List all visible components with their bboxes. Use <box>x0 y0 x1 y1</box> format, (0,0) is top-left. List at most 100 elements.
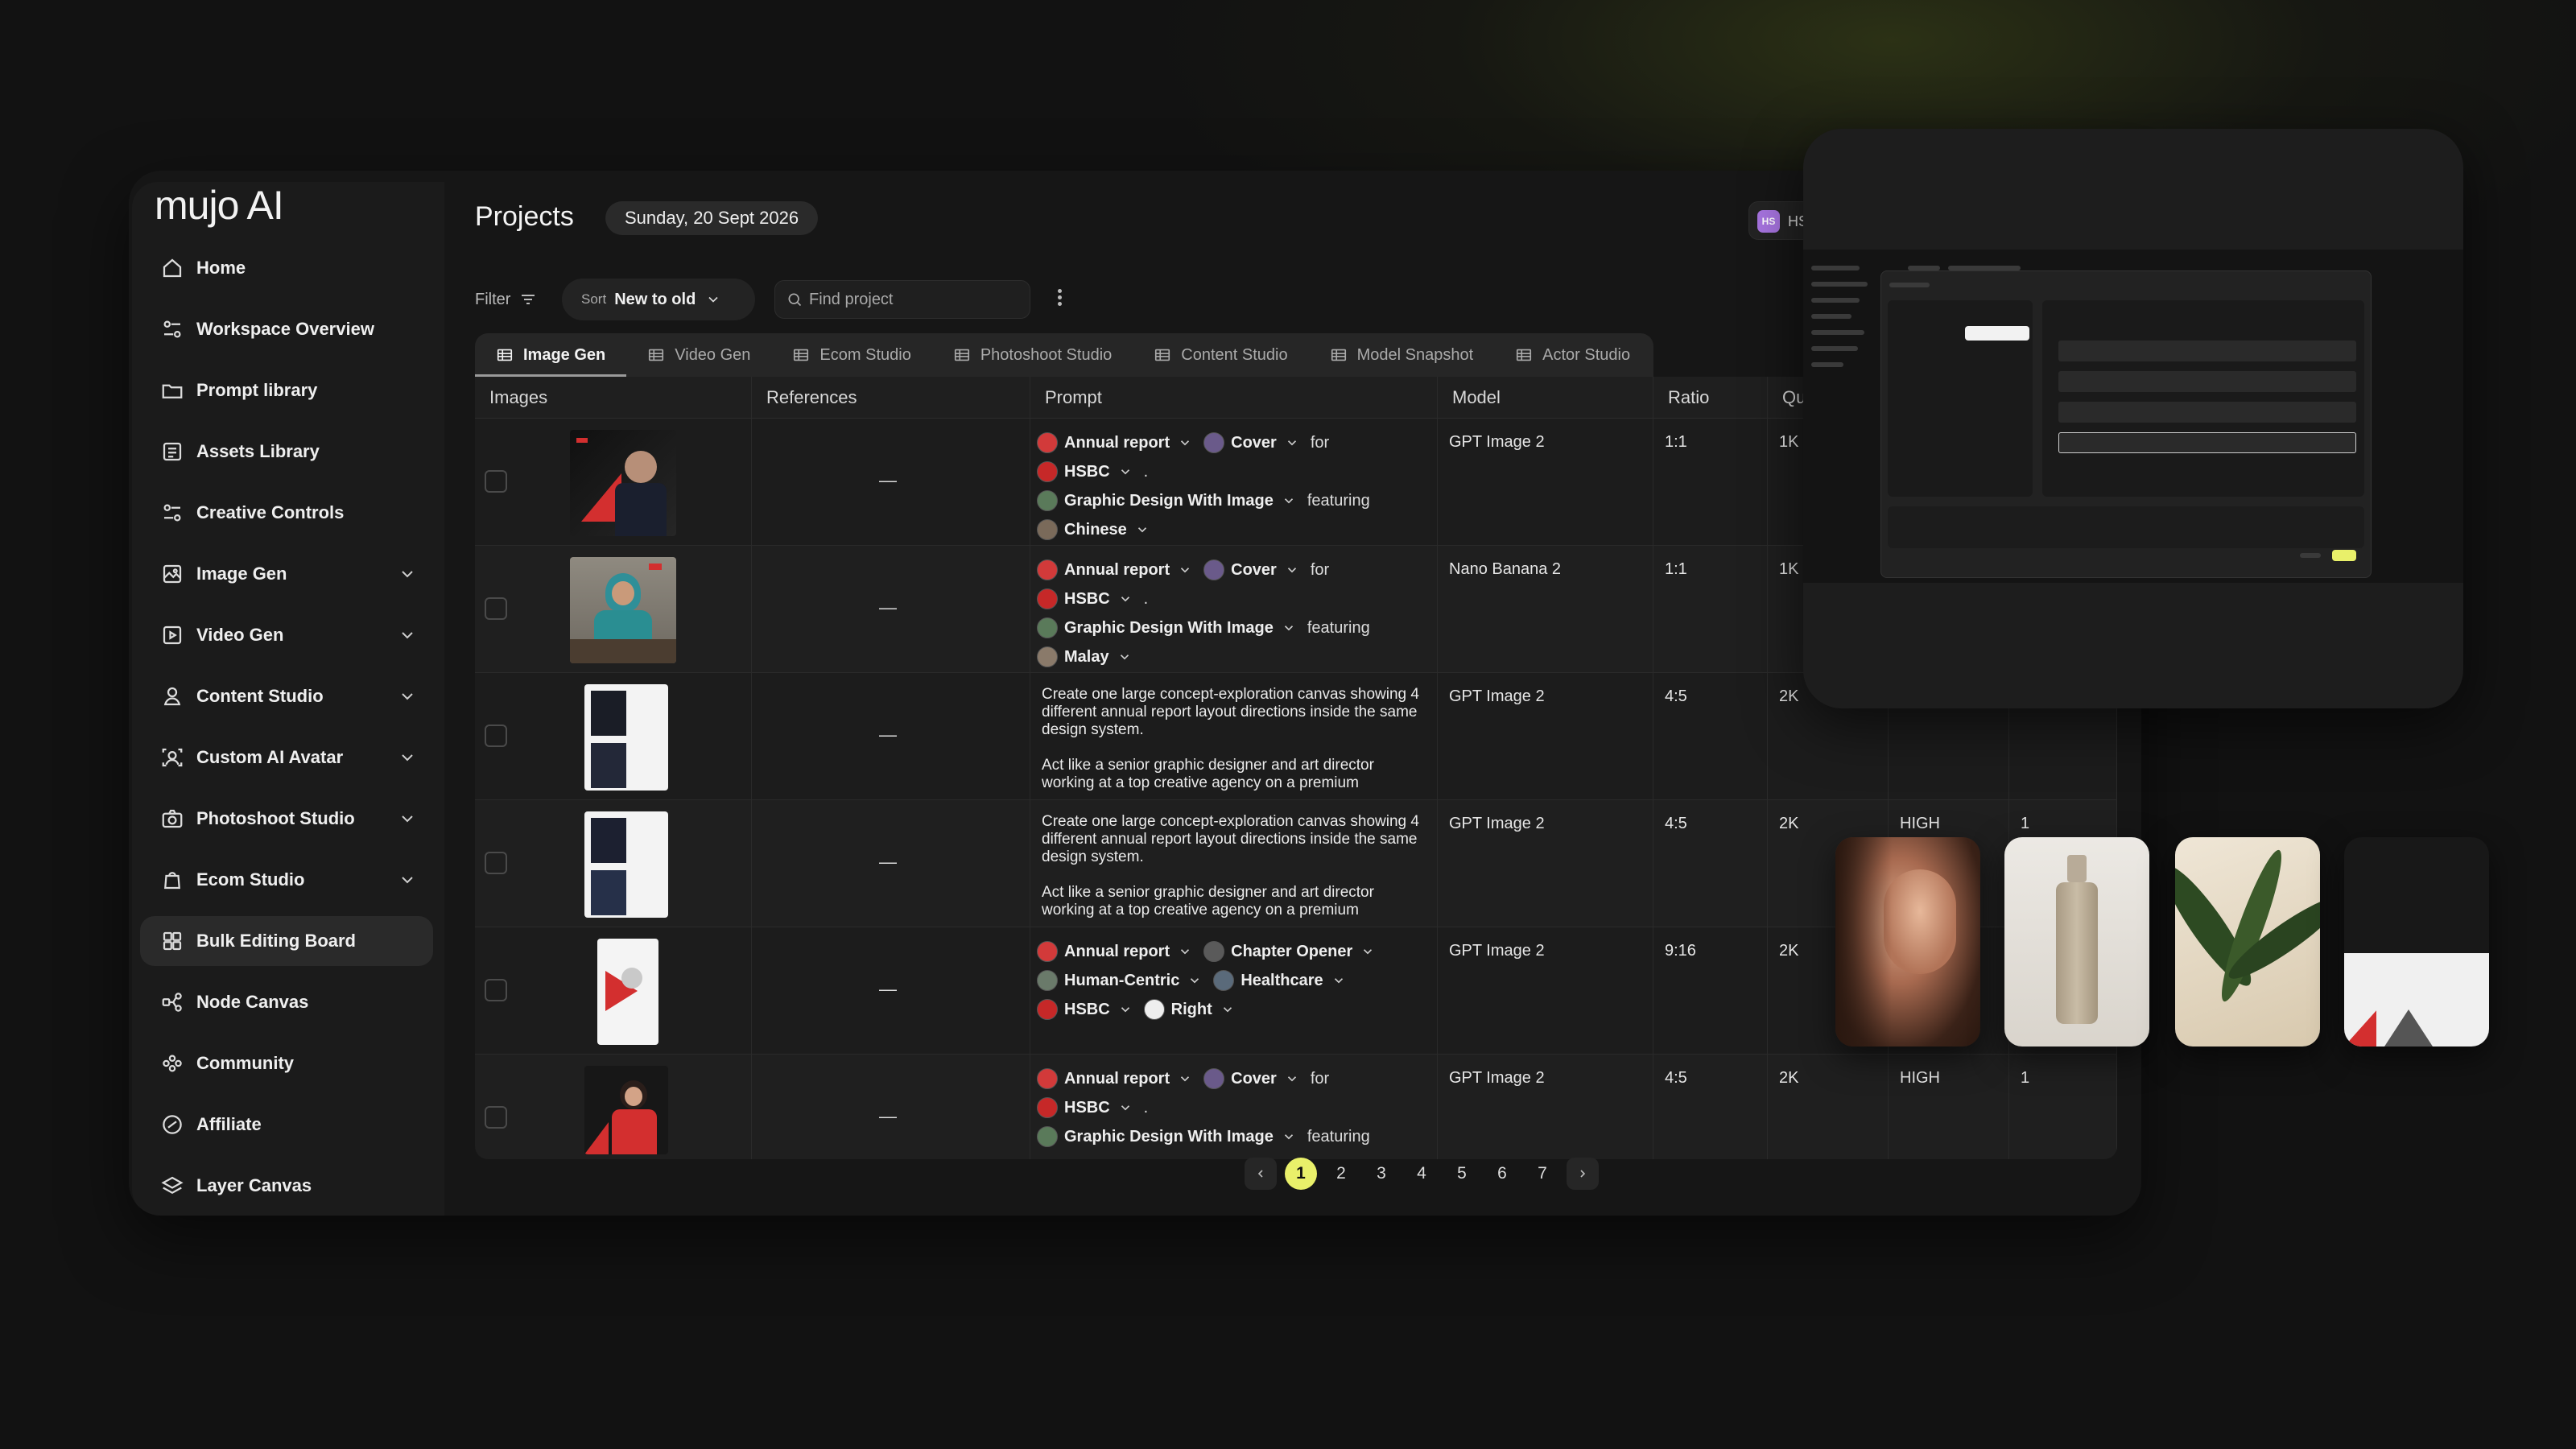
prompt-chip[interactable]: Annual report <box>1037 559 1192 580</box>
page-2-button[interactable]: 2 <box>1325 1158 1357 1190</box>
sidebar-item-community[interactable]: Community <box>140 1038 433 1088</box>
prompt-cell[interactable]: Create one large concept-exploration can… <box>1030 800 1438 927</box>
row-checkbox[interactable] <box>485 470 507 493</box>
page-6-button[interactable]: 6 <box>1486 1158 1518 1190</box>
prompt-chip[interactable]: Graphic Design With Image <box>1037 1126 1296 1147</box>
row-checkbox[interactable] <box>485 597 507 620</box>
tab-actor-studio[interactable]: Actor Studio <box>1494 333 1651 377</box>
ratio-cell: 4:5 <box>1653 800 1768 927</box>
prompt-chip[interactable]: Healthcare <box>1213 970 1345 991</box>
prev-page-button[interactable] <box>1245 1158 1277 1190</box>
prompt-cell[interactable]: Create one large concept-exploration can… <box>1030 673 1438 799</box>
sidebar-item-video-gen[interactable]: Video Gen <box>140 610 433 660</box>
gallery-thumb-portrait[interactable] <box>1835 837 1980 1046</box>
prompt-chip[interactable]: Annual report <box>1037 941 1192 962</box>
column-header[interactable]: Images <box>475 377 752 418</box>
chip-avatar-icon <box>1037 519 1058 540</box>
chip-avatar-icon <box>1203 559 1225 580</box>
prompt-chip[interactable]: Cover <box>1203 432 1299 453</box>
sidebar-item-photoshoot-studio[interactable]: Photoshoot Studio <box>140 794 433 844</box>
table-row[interactable]: — Annual report Cover for HSBC. Graphic Desig… <box>475 1055 2117 1159</box>
column-header[interactable]: References <box>752 377 1030 418</box>
chevron-down-icon[interactable] <box>398 748 417 767</box>
filter-button[interactable]: Filter <box>475 290 538 309</box>
prompt-chip[interactable]: Right <box>1143 999 1235 1020</box>
sidebar-item-bulk-editing-board[interactable]: Bulk Editing Board <box>140 916 433 966</box>
search-input[interactable] <box>809 290 1018 309</box>
table-icon <box>649 349 664 361</box>
brand-logo: mujo AI <box>155 183 284 228</box>
column-header[interactable]: Model <box>1438 377 1653 418</box>
chip-label: Right <box>1170 1000 1212 1018</box>
folder-icon <box>159 378 185 403</box>
prompt-chip[interactable]: Human-Centric <box>1037 970 1202 991</box>
row-checkbox[interactable] <box>485 724 507 747</box>
prompt-chip[interactable]: HSBC <box>1037 999 1133 1020</box>
column-header[interactable]: Prompt <box>1030 377 1438 418</box>
prompt-cell[interactable]: Annual report Cover for HSBC. Graphic Design… <box>1030 546 1438 672</box>
row-thumbnail[interactable] <box>584 684 668 791</box>
sidebar-item-node-canvas[interactable]: Node Canvas <box>140 977 433 1027</box>
sidebar-item-image-gen[interactable]: Image Gen <box>140 549 433 599</box>
chevron-down-icon[interactable] <box>398 564 417 584</box>
ratio-cell: 1:1 <box>1653 546 1768 672</box>
row-thumbnail[interactable] <box>584 1066 668 1154</box>
prompt-cell[interactable]: Annual report Cover for HSBC. Graphic Design… <box>1030 419 1438 545</box>
sidebar-item-affiliate[interactable]: Affiliate <box>140 1100 433 1150</box>
prompt-chip[interactable]: Annual report <box>1037 1068 1192 1089</box>
gallery-thumb-plant[interactable] <box>2175 837 2320 1046</box>
row-checkbox[interactable] <box>485 979 507 1001</box>
page-1-button[interactable]: 1 <box>1285 1158 1317 1190</box>
chip-avatar-icon <box>1037 1126 1058 1147</box>
row-thumbnail[interactable] <box>584 811 668 918</box>
sidebar-item-assets-library[interactable]: Assets Library <box>140 427 433 477</box>
prompt-chip[interactable]: Cover <box>1203 559 1299 580</box>
prompt-chip[interactable]: Graphic Design With Image <box>1037 490 1296 511</box>
more-options-icon[interactable] <box>1053 287 1066 312</box>
prompt-chip[interactable]: Cover <box>1203 1068 1299 1089</box>
row-thumbnail[interactable] <box>570 557 676 663</box>
prompt-chip[interactable]: Chapter Opener <box>1203 941 1375 962</box>
sidebar-item-prompt-library[interactable]: Prompt library <box>140 365 433 415</box>
gallery-thumb-report[interactable] <box>2344 837 2489 1046</box>
tab-ecom-studio[interactable]: Ecom Studio <box>771 333 931 377</box>
prompt-chip[interactable]: HSBC <box>1037 588 1133 609</box>
next-page-button[interactable] <box>1567 1158 1599 1190</box>
tab-content-studio[interactable]: Content Studio <box>1133 333 1308 377</box>
tab-video-gen[interactable]: Video Gen <box>626 333 771 377</box>
chevron-down-icon[interactable] <box>398 687 417 706</box>
sidebar-item-custom-ai-avatar[interactable]: Custom AI Avatar <box>140 733 433 782</box>
prompt-chip[interactable]: HSBC <box>1037 461 1133 482</box>
prompt-chip[interactable]: HSBC <box>1037 1097 1133 1118</box>
sidebar-item-layer-canvas[interactable]: Layer Canvas <box>140 1161 433 1211</box>
chevron-down-icon[interactable] <box>398 809 417 828</box>
sidebar-item-home[interactable]: Home <box>140 243 433 293</box>
page-4-button[interactable]: 4 <box>1406 1158 1438 1190</box>
row-checkbox[interactable] <box>485 852 507 874</box>
prompt-chip[interactable]: Graphic Design With Image <box>1037 617 1296 638</box>
prompt-chip[interactable]: Chinese <box>1037 519 1150 540</box>
prompt-chip[interactable]: Malay <box>1037 646 1132 667</box>
sort-dropdown[interactable]: Sort New to old <box>562 279 755 320</box>
prompt-chip[interactable]: Annual report <box>1037 432 1192 453</box>
chip-label: Annual report <box>1064 942 1170 960</box>
tab-image-gen[interactable]: Image Gen <box>475 333 627 377</box>
row-thumbnail[interactable] <box>570 430 676 536</box>
page-7-button[interactable]: 7 <box>1526 1158 1558 1190</box>
chevron-down-icon[interactable] <box>398 625 417 645</box>
gallery-thumb-bottle[interactable] <box>2004 837 2149 1046</box>
sidebar-item-ecom-studio[interactable]: Ecom Studio <box>140 855 433 905</box>
sidebar-item-workspace-overview[interactable]: Workspace Overview <box>140 304 433 354</box>
page-5-button[interactable]: 5 <box>1446 1158 1478 1190</box>
sidebar-item-content-studio[interactable]: Content Studio <box>140 671 433 721</box>
column-header[interactable]: Ratio <box>1653 377 1768 418</box>
prompt-cell[interactable]: Annual report Chapter Opener Human-Centric… <box>1030 927 1438 1054</box>
row-checkbox[interactable] <box>485 1106 507 1129</box>
page-3-button[interactable]: 3 <box>1365 1158 1397 1190</box>
sidebar-item-creative-controls[interactable]: Creative Controls <box>140 488 433 538</box>
chevron-down-icon[interactable] <box>398 870 417 890</box>
prompt-cell[interactable]: Annual report Cover for HSBC. Graphic Design… <box>1030 1055 1438 1159</box>
tab-photoshoot-studio[interactable]: Photoshoot Studio <box>932 333 1133 377</box>
row-thumbnail[interactable] <box>597 939 658 1045</box>
tab-model-snapshot[interactable]: Model Snapshot <box>1309 333 1495 377</box>
